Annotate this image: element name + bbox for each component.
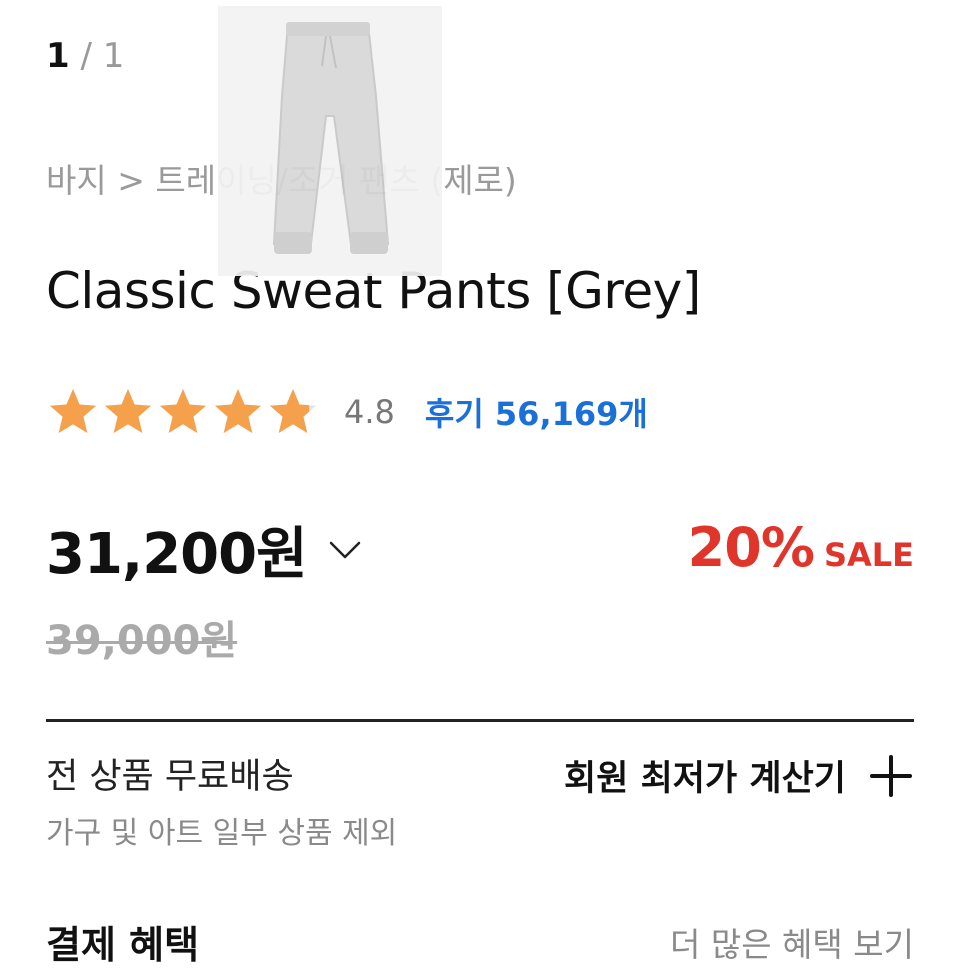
chevron-down-icon[interactable] [325, 529, 365, 569]
discount-percent: 20% [687, 516, 815, 579]
member-price-calculator-button[interactable]: 회원 최저가 계산기 [564, 750, 914, 801]
gallery-separator: / [69, 36, 103, 76]
price-row: 31,200원 [46, 514, 365, 587]
sale-label: SALE [823, 536, 914, 574]
star-icon [160, 389, 206, 433]
original-price: 39,000원 [46, 618, 238, 664]
shipping-note: 가구 및 아트 일부 상품 제외 [46, 816, 398, 851]
star-icon [50, 389, 96, 433]
gallery-counter: 1 / 1 [46, 36, 124, 76]
sale-badge: 20% SALE [688, 516, 914, 579]
reviews-link[interactable]: 후기 56,169개 [425, 389, 648, 435]
product-thumbnail[interactable] [218, 6, 442, 276]
gallery-current: 1 [46, 36, 70, 76]
star-icon [215, 389, 261, 433]
gallery-total: 1 [102, 36, 125, 76]
calculator-label: 회원 최저가 계산기 [564, 759, 846, 799]
rating-value: 4.8 [344, 393, 395, 431]
current-price: 31,200원 [46, 521, 308, 587]
payment-benefit-title: 결제 혜택 [46, 923, 200, 967]
star-icon [270, 389, 316, 433]
shipping-title: 전 상품 무료배송 [46, 757, 294, 797]
divider [46, 719, 914, 722]
more-benefits-link[interactable]: 더 많은 혜택 보기 [670, 918, 914, 966]
star-icon [105, 389, 151, 433]
rating-row: 4.8 후기 56,169개 [46, 386, 648, 438]
plus-icon [870, 754, 912, 797]
rating-stars [46, 386, 320, 438]
